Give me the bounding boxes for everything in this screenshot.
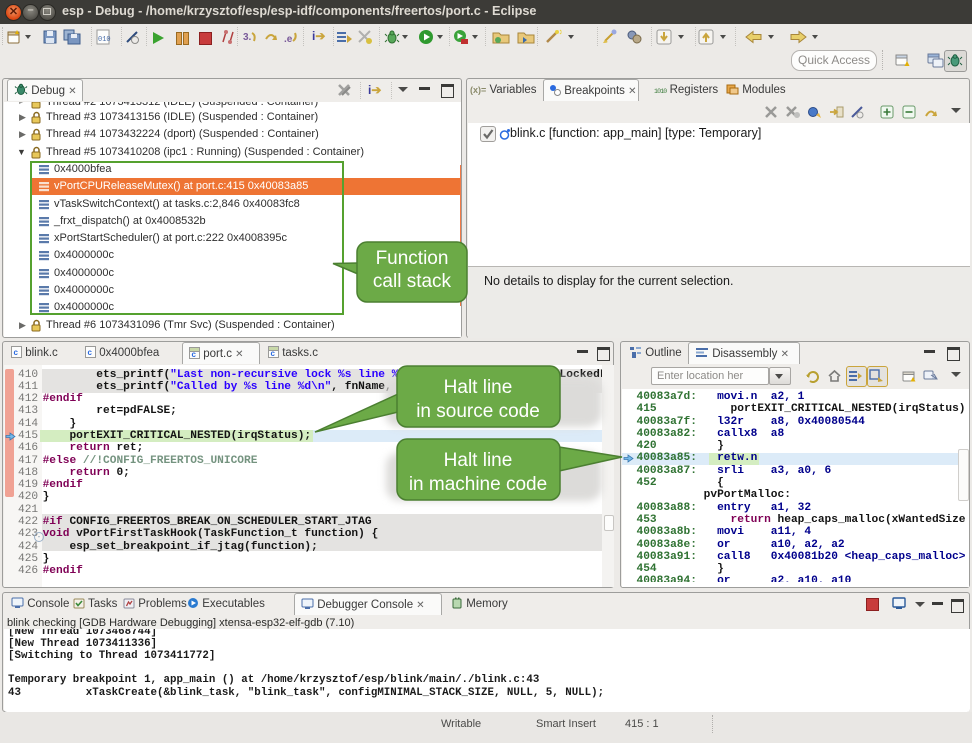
svg-text:in machine code: in machine code [409, 474, 547, 495]
svg-text:Halt line: Halt line [444, 377, 513, 398]
svg-text:Function: Function [376, 248, 449, 269]
svg-text:call stack: call stack [373, 271, 452, 292]
svg-text:in source code: in source code [416, 401, 540, 422]
svg-text:c: c [271, 349, 276, 358]
svg-text:010: 010 [98, 36, 111, 44]
svg-text:c: c [192, 350, 197, 359]
svg-text:c: c [88, 348, 93, 357]
svg-text:3.: 3. [243, 32, 252, 43]
svg-text:Halt line: Halt line [444, 450, 513, 471]
svg-text:.e: .e [284, 34, 293, 45]
svg-text:c: c [14, 348, 19, 357]
